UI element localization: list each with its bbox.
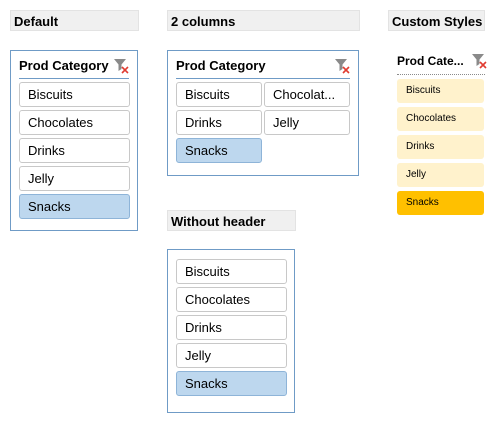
clear-filter-icon[interactable]: [113, 58, 129, 74]
slicer-item-jelly[interactable]: Jelly: [176, 343, 287, 368]
slicer-without-header: Biscuits Chocolates Drinks Jelly Snacks: [167, 249, 295, 413]
slicer-item-jelly[interactable]: Jelly: [264, 110, 350, 135]
slicer-item-snacks[interactable]: Snacks: [176, 138, 262, 163]
slicer-default: Prod Category Biscuits Chocolates Drinks…: [10, 50, 138, 231]
section-label-custom-styles: Custom Styles: [388, 10, 485, 31]
slicer-item-drinks[interactable]: Drinks: [19, 138, 130, 163]
slicer-item-chocolates[interactable]: Chocolates: [397, 107, 484, 131]
slicer-header: Prod Category: [19, 57, 129, 79]
slicer-item-snacks[interactable]: Snacks: [397, 191, 484, 215]
slicer-item-drinks[interactable]: Drinks: [176, 315, 287, 340]
slicer-item-chocolates[interactable]: Chocolat...: [264, 82, 350, 107]
slicer-header-custom: Prod Cate...: [397, 52, 487, 75]
slicer-item-chocolates[interactable]: Chocolates: [176, 287, 287, 312]
slicer-item-drinks[interactable]: Drinks: [176, 110, 262, 135]
slicer-title: Prod Category: [19, 58, 109, 73]
slicer-header: Prod Category: [176, 57, 350, 79]
slicer-item-snacks[interactable]: Snacks: [19, 194, 130, 219]
section-label-two-columns: 2 columns: [167, 10, 360, 31]
slicer-title: Prod Category: [176, 58, 266, 73]
slicer-item-biscuits[interactable]: Biscuits: [176, 259, 287, 284]
slicer-item-biscuits[interactable]: Biscuits: [176, 82, 262, 107]
slicer-item-jelly[interactable]: Jelly: [19, 166, 130, 191]
slicer-title: Prod Cate...: [397, 54, 464, 68]
section-label-default: Default: [10, 10, 139, 31]
clear-filter-icon[interactable]: [334, 58, 350, 74]
slicer-item-chocolates[interactable]: Chocolates: [19, 110, 130, 135]
slicer-item-snacks[interactable]: Snacks: [176, 371, 287, 396]
slicer-item-biscuits[interactable]: Biscuits: [19, 82, 130, 107]
slicer-item-biscuits[interactable]: Biscuits: [397, 79, 484, 103]
section-label-without-header: Without header: [167, 210, 296, 231]
slicer-item-jelly[interactable]: Jelly: [397, 163, 484, 187]
clear-filter-icon[interactable]: [471, 53, 487, 69]
slicer-item-drinks[interactable]: Drinks: [397, 135, 484, 159]
slicer-two-columns: Prod Category Biscuits Chocolat... Drink…: [167, 50, 359, 176]
